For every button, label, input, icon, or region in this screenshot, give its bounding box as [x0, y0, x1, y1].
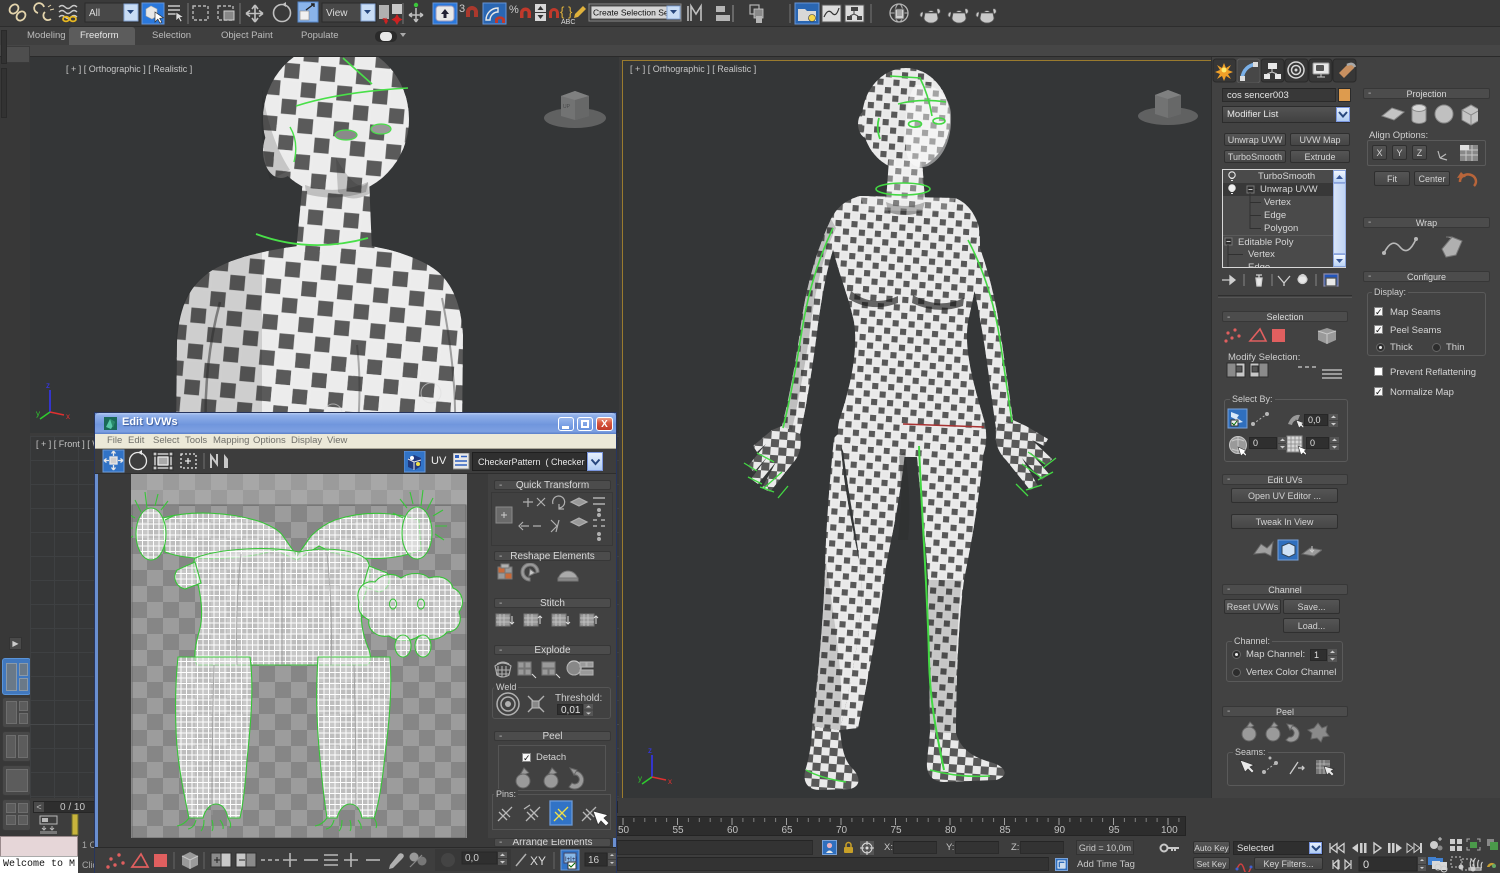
- svg-text:85: 85: [1000, 825, 1012, 835]
- svg-text:UP: UP: [563, 104, 571, 110]
- svg-text:{ }: { }: [560, 4, 573, 19]
- svg-text:Create Selection Se: Create Selection Se: [593, 8, 669, 18]
- svg-text:0: 0: [1363, 859, 1369, 871]
- svg-text:y: y: [36, 409, 40, 418]
- svg-text:50: 50: [618, 825, 630, 835]
- svg-text:0,0: 0,0: [465, 853, 479, 864]
- svg-text:65: 65: [782, 825, 794, 835]
- svg-text:75: 75: [891, 825, 903, 835]
- svg-text:%: %: [509, 4, 519, 16]
- svg-text:x: x: [66, 412, 70, 421]
- svg-text:80: 80: [945, 825, 957, 835]
- svg-text:16: 16: [588, 855, 600, 866]
- svg-text:60: 60: [727, 825, 739, 835]
- svg-text:z: z: [648, 746, 652, 755]
- svg-text:55: 55: [673, 825, 685, 835]
- svg-text:XY: XY: [530, 854, 546, 868]
- svg-text:ABC: ABC: [561, 19, 575, 26]
- svg-text:All: All: [89, 8, 100, 19]
- svg-text:z: z: [46, 381, 50, 390]
- svg-text:95: 95: [1109, 825, 1121, 835]
- svg-text:View: View: [326, 8, 348, 19]
- svg-text:70: 70: [836, 825, 848, 835]
- svg-text:3: 3: [459, 3, 465, 15]
- svg-text:90: 90: [1054, 825, 1066, 835]
- svg-text:x: x: [668, 777, 672, 786]
- svg-text:100: 100: [1161, 825, 1178, 835]
- svg-text:y: y: [638, 774, 642, 783]
